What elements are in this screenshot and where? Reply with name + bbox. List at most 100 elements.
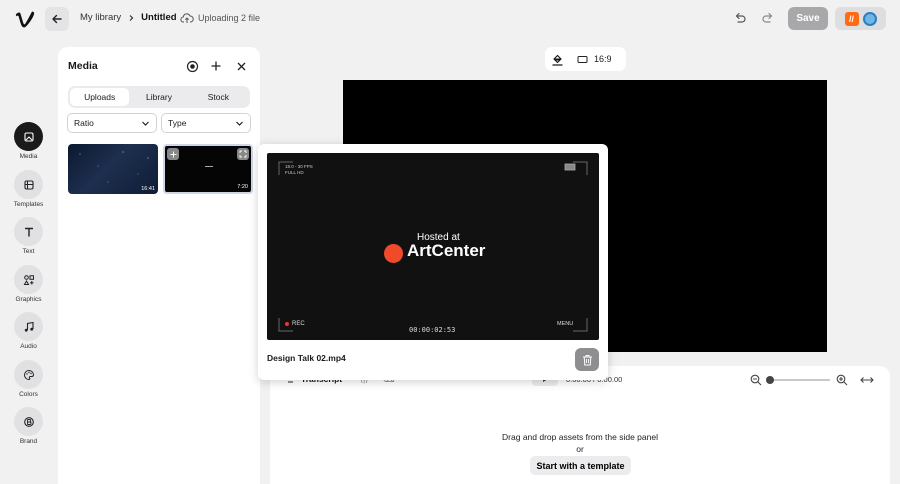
rail-item-brand[interactable]: Brand <box>0 407 57 445</box>
ratio-dropdown[interactable]: Ratio <box>67 113 157 133</box>
redo-icon[interactable] <box>761 11 775 25</box>
expand-icon <box>239 150 247 158</box>
plus-icon <box>211 61 221 71</box>
rail-label-media: Media <box>19 153 38 160</box>
audio-icon <box>24 321 34 332</box>
breadcrumb-my-library[interactable]: My library <box>80 12 121 23</box>
add-to-timeline-button[interactable] <box>167 148 179 160</box>
viewfinder-fps-text: 18.0 - 30 FPS FULL HD <box>285 164 313 175</box>
upload-status-text: Uploading 2 file <box>198 13 261 23</box>
tab-uploads[interactable]: Uploads <box>70 88 130 106</box>
ratio-dropdown-label: Ratio <box>74 118 94 128</box>
media-panel-title: Media <box>68 60 98 72</box>
preview-file-name: Design Talk 02.mp4 <box>267 353 346 363</box>
save-button[interactable]: Save <box>788 7 828 30</box>
rail-item-templates[interactable]: Templates <box>0 170 57 208</box>
trash-icon <box>582 354 592 365</box>
rail-label-brand: Brand <box>19 438 38 445</box>
canvas-toolbar: 16:9 <box>545 47 626 71</box>
record-button[interactable] <box>185 59 199 73</box>
add-media-button[interactable] <box>209 59 223 73</box>
preview-video[interactable]: 18.0 - 30 FPS FULL HD Hosted at ArtCente… <box>267 153 599 340</box>
artcenter-logo-dot <box>384 244 403 263</box>
thumbnail-duration: 7:20 <box>237 184 248 190</box>
media-icon <box>23 131 34 142</box>
rail-label-graphics: Graphics <box>15 296 42 303</box>
rec-label: REC <box>292 321 305 327</box>
record-icon <box>186 60 198 72</box>
zoom-slider[interactable] <box>766 376 830 384</box>
preview-timecode: 00:00:02:53 <box>409 326 456 334</box>
arrow-left-icon <box>52 14 62 24</box>
media-panel: Media Uploads Library Stock Ratio Type 1… <box>58 47 260 484</box>
rail-item-audio[interactable]: Audio <box>0 312 57 350</box>
rail-label-text: Text <box>22 248 35 255</box>
fit-width-icon[interactable] <box>860 375 874 385</box>
text-icon <box>24 227 33 236</box>
brand-rail-button[interactable] <box>14 407 43 436</box>
thumbnail-text-mark <box>205 166 213 167</box>
rail-item-graphics[interactable]: Graphics <box>0 265 57 303</box>
media-preview-popover: 18.0 - 30 FPS FULL HD Hosted at ArtCente… <box>258 144 608 380</box>
colors-rail-button[interactable] <box>14 360 43 389</box>
vimeo-logo-icon[interactable] <box>14 9 36 29</box>
zoom-slider-handle[interactable] <box>766 376 774 384</box>
close-icon <box>237 62 245 70</box>
tab-stock[interactable]: Stock <box>189 88 248 106</box>
colors-icon <box>23 369 34 380</box>
media-tabs: Uploads Library Stock <box>68 86 250 108</box>
timeline-empty-message: Drag and drop assets from the side panel… <box>480 431 680 455</box>
media-thumbnail-selected[interactable]: 7:20 <box>163 144 253 194</box>
zoom-out-icon[interactable] <box>750 374 762 386</box>
viewfinder-menu-label: MENU <box>557 321 574 327</box>
plus-icon <box>170 151 176 157</box>
audio-rail-button[interactable] <box>14 312 43 341</box>
graphics-icon <box>23 274 34 285</box>
rec-dot-icon <box>285 322 289 326</box>
media-thumbnail[interactable]: 16:41 <box>68 144 158 194</box>
media-rail-button[interactable] <box>14 122 43 151</box>
expand-preview-button[interactable] <box>237 148 249 160</box>
type-dropdown-label: Type <box>168 118 187 128</box>
drop-or-text: or <box>576 444 584 454</box>
avatar[interactable] <box>862 11 877 26</box>
top-bar: My library Untitled Uploading 2 file Sav… <box>0 0 900 38</box>
aspect-ratio-button[interactable]: 16:9 <box>594 54 612 64</box>
type-dropdown[interactable]: Type <box>161 113 251 133</box>
rail-item-media[interactable]: Media <box>0 122 57 160</box>
drop-instructions: Drag and drop assets from the side panel <box>502 432 658 442</box>
tab-library[interactable]: Library <box>129 88 188 106</box>
rec-indicator: REC <box>285 321 305 327</box>
preview-brand-text: ArtCenter <box>407 241 486 260</box>
rail-label-colors: Colors <box>19 391 38 398</box>
zoom-controls <box>750 374 874 386</box>
breadcrumb: My library Untitled <box>80 12 177 23</box>
delete-media-button[interactable] <box>575 348 599 371</box>
text-rail-button[interactable] <box>14 217 43 246</box>
back-button[interactable] <box>45 7 69 31</box>
rail-label-audio: Audio <box>20 343 37 350</box>
close-panel-button[interactable] <box>234 59 248 73</box>
start-with-template-button[interactable]: Start with a template <box>530 456 631 475</box>
rail-item-colors[interactable]: Colors <box>0 360 57 398</box>
templates-rail-button[interactable] <box>14 170 43 199</box>
timeline-panel: Transcript ⟨|⟩ ⌫ 0:00.00 / 0:00.00 Drag … <box>270 366 890 484</box>
cloud-upload-icon <box>180 13 194 23</box>
plan-badge-icon: // <box>844 11 859 26</box>
thumbnail-duration: 16:41 <box>141 186 155 192</box>
aspect-ratio-icon <box>577 55 588 63</box>
brand-icon <box>23 416 34 427</box>
upload-status: Uploading 2 file <box>180 12 260 24</box>
zoom-in-icon[interactable] <box>836 374 848 386</box>
undo-icon[interactable] <box>733 11 747 25</box>
chevron-down-icon <box>142 121 149 126</box>
rail-label-templates: Templates <box>13 201 44 208</box>
chevron-down-icon <box>236 121 243 126</box>
project-title[interactable]: Untitled <box>141 12 176 23</box>
graphics-rail-button[interactable] <box>14 265 43 294</box>
rail-item-text[interactable]: Text <box>0 217 57 255</box>
account-menu[interactable]: // <box>835 7 886 30</box>
chevron-right-icon <box>129 14 134 21</box>
templates-icon <box>23 179 34 190</box>
fill-bucket-icon[interactable] <box>551 53 564 66</box>
